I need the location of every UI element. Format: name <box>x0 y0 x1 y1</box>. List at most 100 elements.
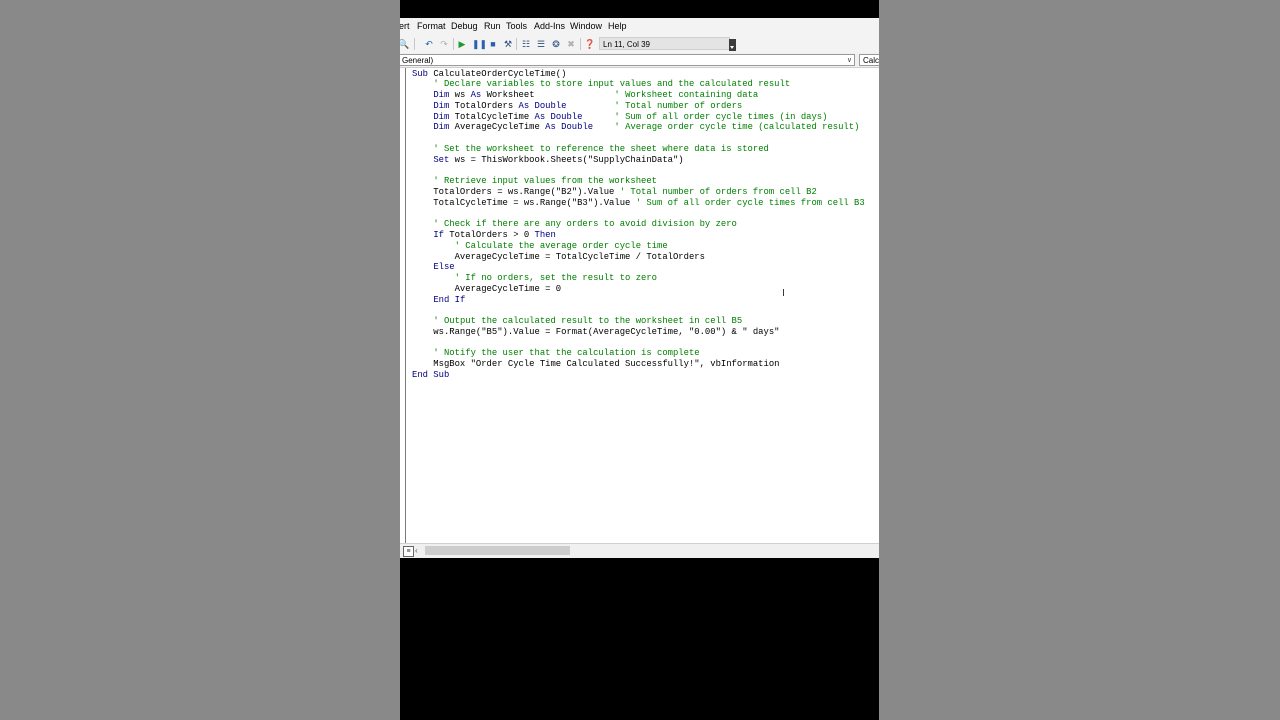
code-text: CalculateOrderCycleTime() <box>433 68 567 79</box>
break-icon[interactable]: ❚❚ <box>472 38 487 50</box>
code-keyword: As <box>470 90 487 101</box>
code-line: ' Declare variables to store input value… <box>412 79 865 90</box>
code-editor[interactable]: Sub CalculateOrderCycleTime() ' Declare … <box>405 68 879 543</box>
code-text: AverageCycleTime = 0 <box>412 283 562 294</box>
code-line: ' Calculate the average order cycle time <box>412 241 865 252</box>
code-comment: ' Total number of orders from cell B2 <box>619 186 817 197</box>
code-keyword: End Sub <box>412 369 450 380</box>
code-comment: ' Worksheet containing data <box>614 90 759 101</box>
standard-toolbar: 🔍 ↶ ↷ ▶ ❚❚ ■ ⚒ ☷ ☰ ❂ ✖ ❓ Ln 11, Col 39 <box>400 35 879 54</box>
menu-help[interactable]: Help <box>608 21 627 32</box>
code-text: ws <box>454 90 471 101</box>
scroll-left-icon[interactable]: ‹ <box>415 545 418 557</box>
code-line: ws.Range("B5").Value = Format(AverageCyc… <box>412 327 865 338</box>
properties-window-icon[interactable]: ☰ <box>535 38 547 50</box>
code-line: ' Set the worksheet to reference the she… <box>412 144 865 155</box>
menu-debug[interactable]: Debug <box>451 21 478 32</box>
code-keyword: Dim <box>433 122 455 133</box>
code-line: Dim ws As Worksheet ' Worksheet containi… <box>412 90 865 101</box>
code-text: TotalCycleTime = ws.Range("B3").Value <box>412 197 636 208</box>
project-explorer-icon[interactable]: ☷ <box>520 38 532 50</box>
reset-icon[interactable]: ■ <box>487 38 499 50</box>
code-line: TotalCycleTime = ws.Range("B3").Value ' … <box>412 197 865 209</box>
code-line: Dim TotalCycleTime As Double ' Sum of al… <box>412 112 865 123</box>
cursor-position-status: Ln 11, Col 39 <box>599 37 730 50</box>
screen-frame: ert Format Debug Run Tools Add-Ins Windo… <box>400 0 879 720</box>
menu-add-ins[interactable]: Add-Ins <box>534 21 565 32</box>
code-line: ' Notify the user that the calculation i… <box>412 348 865 359</box>
code-line: Dim TotalOrders As Double ' Total number… <box>412 101 865 112</box>
code-comment: ' Calculate the average order cycle time <box>454 240 668 251</box>
code-comment: ' Retrieve input values from the workshe… <box>433 176 657 187</box>
horizontal-scrollbar[interactable]: ≡ ‹ <box>400 543 879 558</box>
procedure-dropdown[interactable]: Calc <box>859 54 879 66</box>
vba-editor-window: ert Format Debug Run Tools Add-Ins Windo… <box>400 18 879 558</box>
code-text: TotalOrders = ws.Range("B2").Value <box>412 186 620 197</box>
menu-run[interactable]: Run <box>484 21 501 32</box>
code-window-combo-row: General) ∨ Calc <box>400 53 879 68</box>
chevron-down-icon[interactable]: ∨ <box>847 57 852 65</box>
object-browser-icon[interactable]: ❂ <box>550 38 562 50</box>
code-comment: ' Sum of all order cycle times (in days) <box>614 111 828 122</box>
code-line: MsgBox "Order Cycle Time Calculated Succ… <box>412 359 865 370</box>
undo-icon[interactable]: ↶ <box>423 38 435 50</box>
code-comment: ' Declare variables to store input value… <box>433 79 791 90</box>
menu-format[interactable]: Format <box>417 21 446 32</box>
code-line: Set ws = ThisWorkbook.Sheets("SupplyChai… <box>412 155 865 166</box>
full-module-view-icon[interactable]: ≡ <box>403 546 414 557</box>
procedure-dropdown-value: Calc <box>863 56 879 65</box>
toolbar-separator <box>453 38 454 50</box>
code-line: TotalOrders = ws.Range("B2").Value ' Tot… <box>412 187 865 198</box>
find-icon[interactable]: 🔍 <box>400 38 410 50</box>
code-comment: ' Set the worksheet to reference the she… <box>433 143 769 154</box>
code-comment: ' Sum of all order cycle times from cell… <box>635 197 865 208</box>
toolbar-options-grip[interactable] <box>729 39 736 51</box>
code-keyword: Dim <box>433 111 455 122</box>
code-text: TotalOrders > 0 <box>449 229 535 240</box>
code-lines: Sub CalculateOrderCycleTime() ' Declare … <box>412 69 865 381</box>
code-line: If TotalOrders > 0 Then <box>412 230 865 241</box>
code-line: AverageCycleTime = TotalCycleTime / Tota… <box>412 252 865 263</box>
redo-icon[interactable]: ↷ <box>438 38 450 50</box>
menu-insert[interactable]: ert <box>400 21 410 32</box>
toolbar-separator <box>580 38 581 50</box>
code-keyword: End If <box>433 294 466 305</box>
code-line: AverageCycleTime = 0 <box>412 284 865 295</box>
menu-window[interactable]: Window <box>570 21 602 32</box>
code-text: ws.Range("B5").Value = Format(AverageCyc… <box>412 326 780 337</box>
code-keyword: As Double <box>518 100 567 111</box>
code-line: ' Retrieve input values from the workshe… <box>412 176 865 187</box>
menu-tools[interactable]: Tools <box>506 21 527 32</box>
code-keyword: If <box>433 229 450 240</box>
scrollbar-thumb[interactable] <box>425 546 570 555</box>
run-icon[interactable]: ▶ <box>456 38 468 50</box>
code-text: AverageCycleTime = TotalCycleTime / Tota… <box>412 251 705 262</box>
design-mode-icon[interactable]: ⚒ <box>502 38 514 50</box>
code-line: Dim AverageCycleTime As Double ' Average… <box>412 122 865 133</box>
code-text: Worksheet <box>486 90 615 101</box>
help-icon[interactable]: ❓ <box>584 38 596 50</box>
object-dropdown-value: General) <box>402 56 434 65</box>
code-comment: ' Average order cycle time (calculated r… <box>614 122 860 133</box>
code-line: End If <box>412 295 865 306</box>
toolbox-icon[interactable]: ✖ <box>565 38 577 50</box>
object-dropdown[interactable]: General) ∨ <box>400 54 855 66</box>
